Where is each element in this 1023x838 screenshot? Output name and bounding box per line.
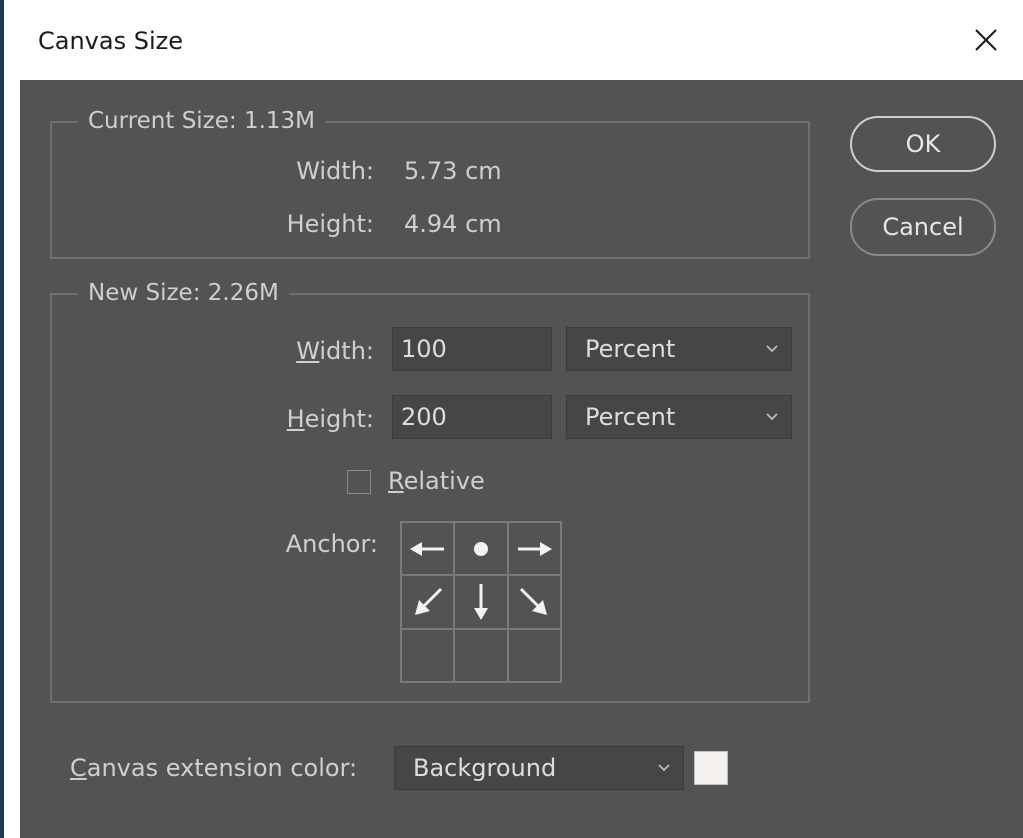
anchor-bottom-right[interactable] bbox=[507, 628, 561, 682]
dialog-body: Current Size: 1.13M Width: 5.73 cm Heigh… bbox=[20, 80, 1023, 838]
chevron-down-icon bbox=[766, 345, 778, 353]
anchor-center-dot-icon bbox=[473, 541, 488, 556]
title-bar: Canvas Size bbox=[4, 0, 1023, 80]
cancel-button[interactable]: Cancel bbox=[850, 198, 996, 256]
anchor-bottom-center[interactable] bbox=[454, 628, 508, 682]
canvas-size-dialog: Canvas Size Current Size: 1.13M Width: 5… bbox=[4, 0, 1023, 838]
anchor-grid bbox=[400, 521, 562, 683]
new-height-label: Height: bbox=[252, 405, 374, 433]
current-size-legend: Current Size: 1.13M bbox=[78, 108, 326, 134]
anchor-top-left[interactable] bbox=[401, 522, 455, 576]
new-width-label-rest: idth: bbox=[319, 337, 374, 365]
anchor-middle-center[interactable] bbox=[454, 575, 508, 629]
new-size-legend: New Size: 2.26M bbox=[78, 280, 289, 306]
relative-label-key: R bbox=[388, 467, 404, 495]
current-height-label: Height: bbox=[286, 210, 374, 238]
height-unit-value: Percent bbox=[585, 403, 676, 431]
arrow-down-right-icon bbox=[520, 587, 548, 615]
anchor-top-center[interactable] bbox=[454, 522, 508, 576]
close-button[interactable] bbox=[964, 18, 1008, 62]
anchor-middle-right[interactable] bbox=[507, 575, 561, 629]
current-width-value: 5.73 cm bbox=[404, 157, 502, 185]
dialog-title: Canvas Size bbox=[38, 27, 183, 55]
height-unit-select[interactable]: Percent bbox=[566, 395, 792, 439]
width-input[interactable] bbox=[392, 327, 552, 371]
chevron-down-icon bbox=[658, 764, 670, 772]
new-height-label-rest: eight: bbox=[304, 405, 374, 433]
extension-color-select[interactable]: Background bbox=[394, 746, 684, 790]
new-width-label: Width: bbox=[252, 337, 374, 365]
extension-color-label: Canvas extension color: bbox=[70, 754, 357, 782]
new-width-label-key: W bbox=[296, 337, 320, 365]
current-width-label: Width: bbox=[296, 157, 374, 185]
anchor-middle-left[interactable] bbox=[401, 575, 455, 629]
extension-color-swatch[interactable] bbox=[694, 751, 728, 785]
anchor-top-right[interactable] bbox=[507, 522, 561, 576]
anchor-bottom-left[interactable] bbox=[401, 628, 455, 682]
extension-color-label-rest: anvas extension color: bbox=[86, 754, 358, 782]
chevron-down-icon bbox=[766, 413, 778, 421]
extension-color-label-key: C bbox=[70, 754, 87, 782]
width-unit-select[interactable]: Percent bbox=[566, 327, 792, 371]
relative-checkbox[interactable] bbox=[347, 470, 371, 494]
anchor-label: Anchor: bbox=[285, 530, 378, 558]
arrow-right-icon bbox=[518, 541, 553, 556]
ok-button[interactable]: OK bbox=[850, 116, 996, 172]
arrow-left-icon bbox=[409, 541, 444, 556]
new-height-label-key: H bbox=[286, 405, 305, 433]
current-height-value: 4.94 cm bbox=[404, 210, 502, 238]
relative-label[interactable]: Relative bbox=[388, 467, 485, 495]
arrow-down-icon bbox=[473, 583, 488, 620]
current-size-group bbox=[50, 121, 810, 259]
close-icon bbox=[975, 29, 997, 51]
width-unit-value: Percent bbox=[585, 335, 676, 363]
arrow-down-left-icon bbox=[414, 587, 442, 615]
height-input[interactable] bbox=[392, 395, 552, 439]
relative-label-rest: elative bbox=[403, 467, 485, 495]
extension-color-value: Background bbox=[413, 754, 557, 782]
